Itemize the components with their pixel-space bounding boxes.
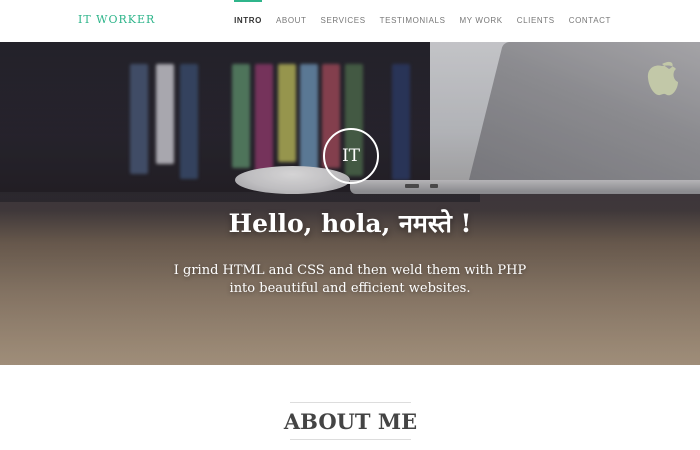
top-navbar: IT WORKER INTRO ABOUT SERVICES TESTIMONI… <box>0 0 700 42</box>
hero-overlay <box>0 42 700 365</box>
main-nav: INTRO ABOUT SERVICES TESTIMONIALS MY WOR… <box>227 0 618 42</box>
nav-item-intro[interactable]: INTRO <box>227 0 269 42</box>
nav-item-contact[interactable]: CONTACT <box>562 0 618 42</box>
nav-item-about[interactable]: ABOUT <box>269 0 314 42</box>
nav-item-testimonials[interactable]: TESTIMONIALS <box>373 0 453 42</box>
about-heading-frame: ABOUT ME <box>284 402 417 440</box>
nav-item-services[interactable]: SERVICES <box>314 0 373 42</box>
hero-section: IT Hello, hola, नमस्ते ! I grind HTML an… <box>0 42 700 365</box>
hero-title: Hello, hola, नमस्ते ! <box>228 209 472 238</box>
brand-logo-link[interactable]: IT WORKER <box>78 13 155 26</box>
hero-subtitle: I grind HTML and CSS and then weld them … <box>173 263 527 296</box>
hero-logo-text: IT <box>341 146 361 166</box>
about-heading: ABOUT ME <box>283 408 418 434</box>
nav-item-my-work[interactable]: MY WORK <box>453 0 510 42</box>
hero-logo-badge: IT <box>323 128 379 184</box>
nav-item-clients[interactable]: CLIENTS <box>510 0 562 42</box>
